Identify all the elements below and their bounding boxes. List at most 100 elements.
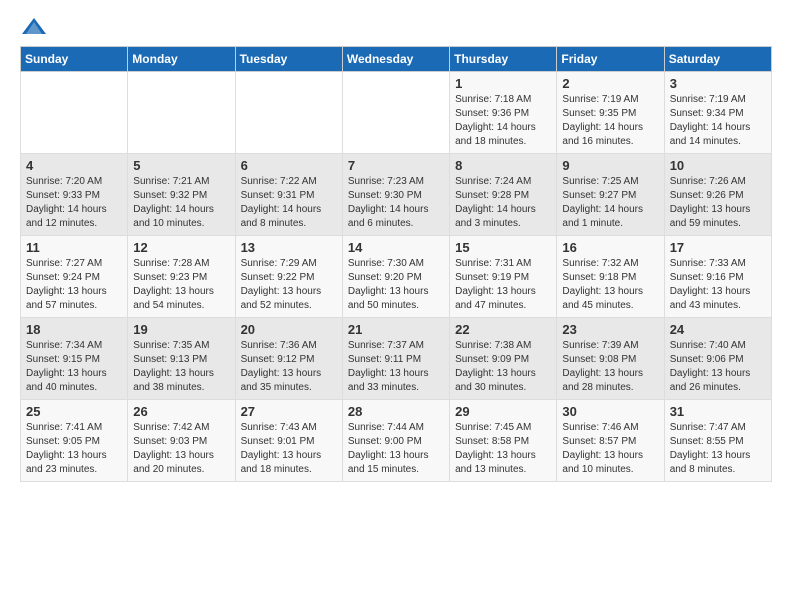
day-number: 5: [133, 158, 229, 173]
weekday-tuesday: Tuesday: [235, 47, 342, 72]
day-number: 16: [562, 240, 658, 255]
logo-icon: [20, 16, 48, 38]
weekday-monday: Monday: [128, 47, 235, 72]
day-info: Sunrise: 7:36 AM Sunset: 9:12 PM Dayligh…: [241, 339, 337, 395]
day-info: Sunrise: 7:38 AM Sunset: 9:09 PM Dayligh…: [455, 339, 551, 395]
day-cell: [21, 72, 128, 154]
day-number: 20: [241, 322, 337, 337]
day-cell: 3 Sunrise: 7:19 AM Sunset: 9:34 PM Daylig…: [664, 72, 771, 154]
day-number: 4: [26, 158, 122, 173]
day-cell: 8Sunrise: 7:24 AM Sunset: 9:28 PM Daylig…: [450, 154, 557, 236]
day-info: Sunrise: 7:30 AM Sunset: 9:20 PM Dayligh…: [348, 257, 444, 313]
day-cell: 23 Sunrise: 7:39 AM Sunset: 9:08 PM Dayli…: [557, 318, 664, 400]
day-info: Sunrise: 7:19 AM Sunset: 9:34 PM Dayligh…: [670, 93, 766, 149]
day-cell: 14 Sunrise: 7:30 AM Sunset: 9:20 PM Dayli…: [342, 236, 449, 318]
day-number: 18: [26, 322, 122, 337]
day-info: Sunrise: 7:27 AM Sunset: 9:24 PM Dayligh…: [26, 257, 122, 313]
day-info: Sunrise: 7:35 AM Sunset: 9:13 PM Dayligh…: [133, 339, 229, 395]
day-cell: 7 Sunrise: 7:23 AM Sunset: 9:30 PM Daylig…: [342, 154, 449, 236]
day-cell: 10Sunrise: 7:26 AM Sunset: 9:26 PM Dayli…: [664, 154, 771, 236]
day-cell: 30 Sunrise: 7:46 AM Sunset: 8:57 PM Dayli…: [557, 400, 664, 482]
weekday-sunday: Sunday: [21, 47, 128, 72]
day-info: Sunrise: 7:28 AM Sunset: 9:23 PM Dayligh…: [133, 257, 229, 313]
day-number: 21: [348, 322, 444, 337]
day-number: 17: [670, 240, 766, 255]
day-cell: [128, 72, 235, 154]
day-info: Sunrise: 7:42 AM Sunset: 9:03 PM Dayligh…: [133, 421, 229, 477]
day-number: 24: [670, 322, 766, 337]
day-number: 1: [455, 76, 551, 91]
day-number: 26: [133, 404, 229, 419]
day-number: 11: [26, 240, 122, 255]
day-info: Sunrise: 7:41 AM Sunset: 9:05 PM Dayligh…: [26, 421, 122, 477]
day-info: Sunrise: 7:22 AM Sunset: 9:31 PM Dayligh…: [241, 175, 337, 231]
week-row-3: 11 Sunrise: 7:27 AM Sunset: 9:24 PM Dayli…: [21, 236, 772, 318]
page: SundayMondayTuesdayWednesdayThursdayFrid…: [0, 0, 792, 498]
day-info: Sunrise: 7:26 AM Sunset: 9:26 PM Dayligh…: [670, 175, 766, 231]
day-info: Sunrise: 7:33 AM Sunset: 9:16 PM Dayligh…: [670, 257, 766, 313]
week-row-2: 4 Sunrise: 7:20 AM Sunset: 9:33 PM Daylig…: [21, 154, 772, 236]
day-info: Sunrise: 7:23 AM Sunset: 9:30 PM Dayligh…: [348, 175, 444, 231]
day-cell: [342, 72, 449, 154]
day-cell: 13 Sunrise: 7:29 AM Sunset: 9:22 PM Dayli…: [235, 236, 342, 318]
day-number: 2: [562, 76, 658, 91]
weekday-saturday: Saturday: [664, 47, 771, 72]
day-info: Sunrise: 7:43 AM Sunset: 9:01 PM Dayligh…: [241, 421, 337, 477]
day-cell: 17 Sunrise: 7:33 AM Sunset: 9:16 PM Dayli…: [664, 236, 771, 318]
logo: [20, 16, 50, 38]
day-info: Sunrise: 7:19 AM Sunset: 9:35 PM Dayligh…: [562, 93, 658, 149]
day-cell: 5Sunrise: 7:21 AM Sunset: 9:32 PM Daylig…: [128, 154, 235, 236]
day-number: 6: [241, 158, 337, 173]
day-info: Sunrise: 7:18 AM Sunset: 9:36 PM Dayligh…: [455, 93, 551, 149]
day-cell: 31 Sunrise: 7:47 AM Sunset: 8:55 PM Dayli…: [664, 400, 771, 482]
day-number: 22: [455, 322, 551, 337]
day-cell: 16Sunrise: 7:32 AM Sunset: 9:18 PM Dayli…: [557, 236, 664, 318]
day-cell: 11 Sunrise: 7:27 AM Sunset: 9:24 PM Dayli…: [21, 236, 128, 318]
day-cell: 6 Sunrise: 7:22 AM Sunset: 9:31 PM Daylig…: [235, 154, 342, 236]
day-number: 14: [348, 240, 444, 255]
day-cell: 22 Sunrise: 7:38 AM Sunset: 9:09 PM Dayli…: [450, 318, 557, 400]
day-cell: 9Sunrise: 7:25 AM Sunset: 9:27 PM Daylig…: [557, 154, 664, 236]
day-cell: 21 Sunrise: 7:37 AM Sunset: 9:11 PM Dayli…: [342, 318, 449, 400]
day-number: 13: [241, 240, 337, 255]
weekday-header-row: SundayMondayTuesdayWednesdayThursdayFrid…: [21, 47, 772, 72]
weekday-wednesday: Wednesday: [342, 47, 449, 72]
day-cell: 25Sunrise: 7:41 AM Sunset: 9:05 PM Dayli…: [21, 400, 128, 482]
day-info: Sunrise: 7:25 AM Sunset: 9:27 PM Dayligh…: [562, 175, 658, 231]
calendar: SundayMondayTuesdayWednesdayThursdayFrid…: [20, 46, 772, 482]
week-row-4: 18 Sunrise: 7:34 AM Sunset: 9:15 PM Dayli…: [21, 318, 772, 400]
day-info: Sunrise: 7:34 AM Sunset: 9:15 PM Dayligh…: [26, 339, 122, 395]
day-info: Sunrise: 7:39 AM Sunset: 9:08 PM Dayligh…: [562, 339, 658, 395]
day-number: 30: [562, 404, 658, 419]
week-row-1: 1 Sunrise: 7:18 AM Sunset: 9:36 PM Daylig…: [21, 72, 772, 154]
day-cell: 24 Sunrise: 7:40 AM Sunset: 9:06 PM Dayli…: [664, 318, 771, 400]
weekday-friday: Friday: [557, 47, 664, 72]
day-number: 23: [562, 322, 658, 337]
day-cell: 18 Sunrise: 7:34 AM Sunset: 9:15 PM Dayli…: [21, 318, 128, 400]
day-cell: 26 Sunrise: 7:42 AM Sunset: 9:03 PM Dayli…: [128, 400, 235, 482]
day-cell: 2 Sunrise: 7:19 AM Sunset: 9:35 PM Daylig…: [557, 72, 664, 154]
day-info: Sunrise: 7:24 AM Sunset: 9:28 PM Dayligh…: [455, 175, 551, 231]
day-info: Sunrise: 7:40 AM Sunset: 9:06 PM Dayligh…: [670, 339, 766, 395]
week-row-5: 25Sunrise: 7:41 AM Sunset: 9:05 PM Dayli…: [21, 400, 772, 482]
day-number: 27: [241, 404, 337, 419]
day-number: 19: [133, 322, 229, 337]
day-cell: 19 Sunrise: 7:35 AM Sunset: 9:13 PM Dayli…: [128, 318, 235, 400]
day-number: 3: [670, 76, 766, 91]
day-number: 12: [133, 240, 229, 255]
day-info: Sunrise: 7:29 AM Sunset: 9:22 PM Dayligh…: [241, 257, 337, 313]
day-cell: 15Sunrise: 7:31 AM Sunset: 9:19 PM Dayli…: [450, 236, 557, 318]
day-number: 31: [670, 404, 766, 419]
day-info: Sunrise: 7:47 AM Sunset: 8:55 PM Dayligh…: [670, 421, 766, 477]
day-info: Sunrise: 7:46 AM Sunset: 8:57 PM Dayligh…: [562, 421, 658, 477]
day-cell: 4 Sunrise: 7:20 AM Sunset: 9:33 PM Daylig…: [21, 154, 128, 236]
day-info: Sunrise: 7:20 AM Sunset: 9:33 PM Dayligh…: [26, 175, 122, 231]
day-info: Sunrise: 7:37 AM Sunset: 9:11 PM Dayligh…: [348, 339, 444, 395]
day-cell: 27 Sunrise: 7:43 AM Sunset: 9:01 PM Dayli…: [235, 400, 342, 482]
day-cell: 28Sunrise: 7:44 AM Sunset: 9:00 PM Dayli…: [342, 400, 449, 482]
day-number: 7: [348, 158, 444, 173]
day-cell: 29Sunrise: 7:45 AM Sunset: 8:58 PM Dayli…: [450, 400, 557, 482]
day-info: Sunrise: 7:45 AM Sunset: 8:58 PM Dayligh…: [455, 421, 551, 477]
day-info: Sunrise: 7:31 AM Sunset: 9:19 PM Dayligh…: [455, 257, 551, 313]
day-cell: 20 Sunrise: 7:36 AM Sunset: 9:12 PM Dayli…: [235, 318, 342, 400]
